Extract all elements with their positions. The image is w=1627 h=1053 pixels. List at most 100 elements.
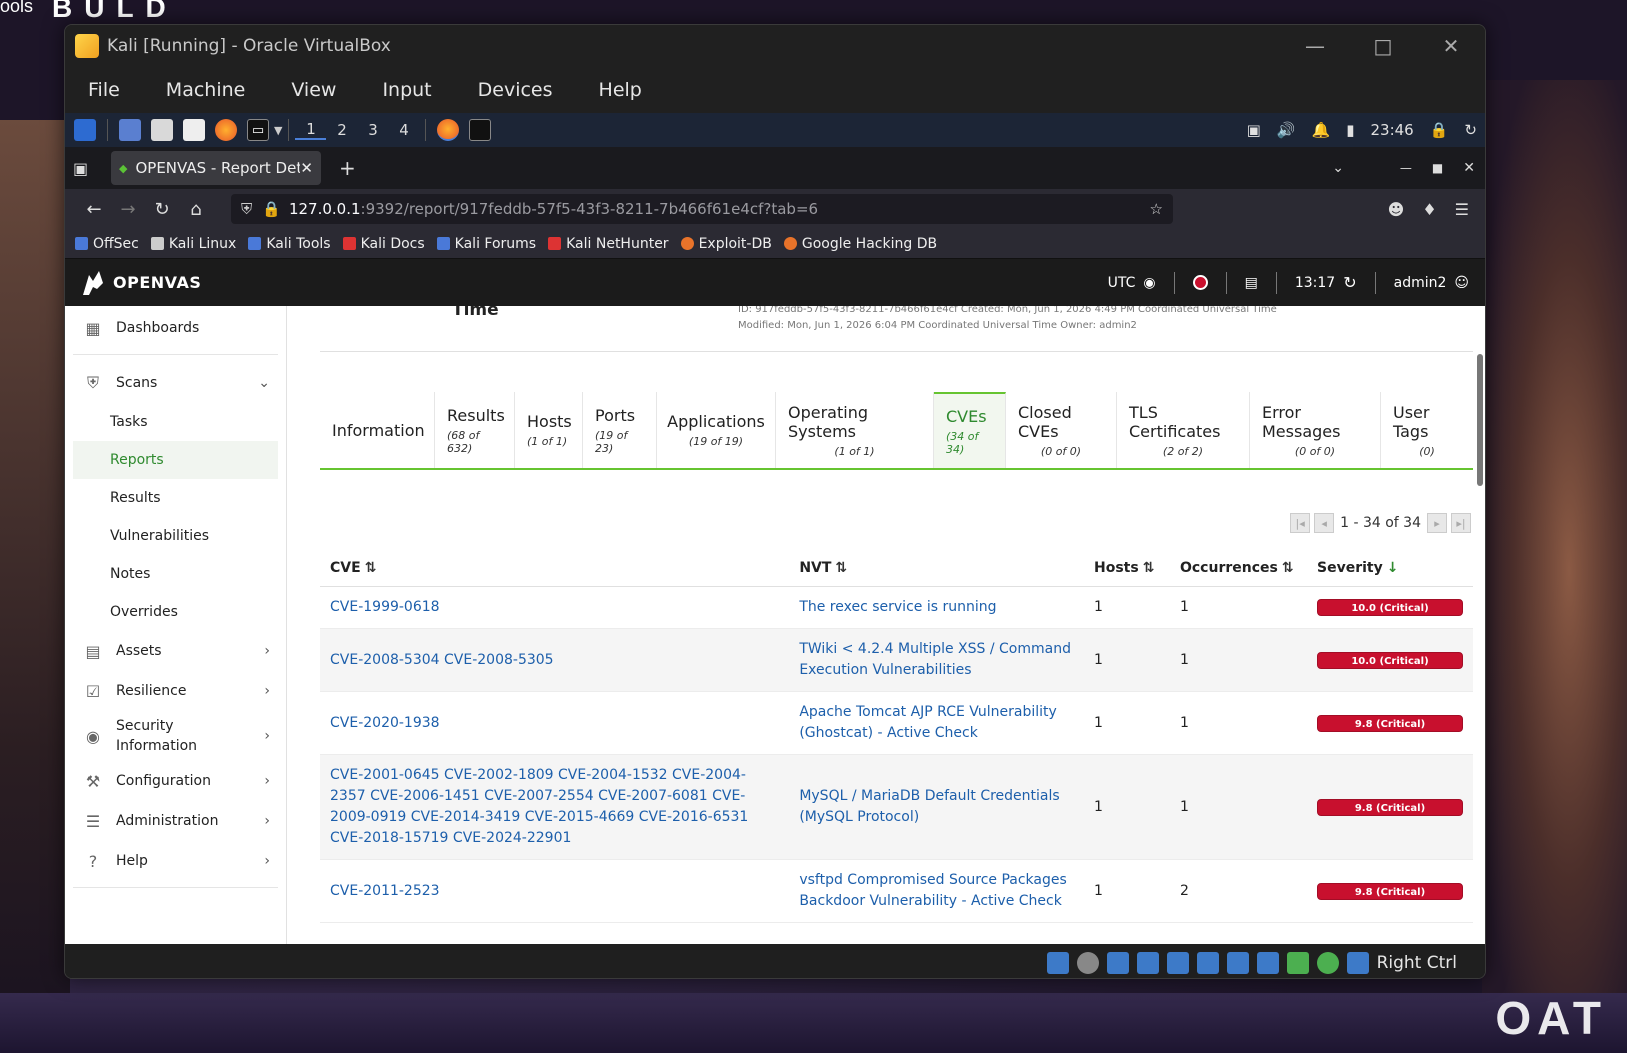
usb-icon[interactable] [1166, 952, 1189, 974]
network-icon[interactable] [1136, 952, 1159, 974]
back-icon[interactable]: ← [77, 199, 111, 220]
volume-icon[interactable]: 🔊 [1277, 121, 1296, 139]
timezone-label[interactable]: UTC [1108, 275, 1136, 291]
tab-results[interactable]: Results (68 of 632) [435, 392, 515, 468]
terminal-window-icon[interactable] [469, 119, 492, 141]
extensions-icon[interactable]: ♦ [1422, 200, 1436, 219]
nvt-link[interactable]: TWiki < 4.2.4 Multiple XSS / Command Exe… [799, 641, 1071, 678]
sidebar-item-assets[interactable]: ▤ Assets › [65, 631, 286, 671]
openvas-logo[interactable]: OPENVAS [79, 269, 201, 297]
file-manager-icon[interactable] [151, 119, 173, 141]
tab-user-tags[interactable]: User Tags (0) [1381, 392, 1473, 468]
ff-minimize-icon[interactable]: — [1400, 161, 1412, 175]
notification-icon[interactable]: 🔔 [1312, 121, 1331, 139]
sort-icon[interactable]: ⇅ [835, 560, 847, 576]
sidebar-sub-notes[interactable]: Notes [65, 555, 286, 593]
tab-information[interactable]: Information [320, 392, 435, 468]
bookmark-kali-docs[interactable]: Kali Docs [342, 236, 425, 252]
language-flag-icon[interactable] [1192, 275, 1208, 290]
column-hosts[interactable]: Hosts ⇅ [1084, 550, 1170, 587]
sidebar-sub-overrides[interactable]: Overrides [65, 593, 286, 631]
manual-icon[interactable]: ▤ [1245, 275, 1258, 291]
bookmark-kali-linux[interactable]: Kali Linux [150, 236, 236, 252]
bookmark-kali-forums[interactable]: Kali Forums [436, 236, 536, 252]
workspace-3[interactable]: 3 [357, 121, 388, 139]
nvt-link[interactable]: vsftpd Compromised Source Packages Backd… [799, 872, 1066, 909]
tab-cves[interactable]: CVEs (34 of 34) [934, 392, 1006, 468]
sort-icon[interactable]: ⇅ [365, 560, 377, 576]
power-icon[interactable]: ↻ [1464, 121, 1477, 139]
column-cve[interactable]: CVE ⇅ [320, 550, 790, 587]
bookmark-kali-tools[interactable]: Kali Tools [248, 236, 331, 252]
next-page-icon[interactable]: ▸ [1427, 513, 1447, 533]
menu-devices[interactable]: Devices [478, 79, 553, 101]
kali-menu-icon[interactable] [74, 119, 96, 141]
bookmark-exploit-db[interactable]: Exploit-DB [680, 236, 772, 252]
column-nvt[interactable]: NVT ⇅ [789, 550, 1084, 587]
last-page-icon[interactable]: ▸| [1451, 513, 1471, 533]
tab-tls-certificates[interactable]: TLS Certificates (2 of 2) [1117, 392, 1250, 468]
lock-icon[interactable]: 🔒 [1430, 121, 1449, 139]
workspace-2[interactable]: 2 [326, 121, 357, 139]
column-occurrences[interactable]: Occurrences ⇅ [1169, 550, 1307, 587]
sidebar-item-help[interactable]: ? Help › [65, 841, 286, 881]
workspace-1[interactable]: 1 [295, 120, 327, 140]
panel-clock[interactable]: 23:46 [1371, 121, 1414, 139]
shared-folders-icon[interactable] [1196, 952, 1219, 974]
menu-file[interactable]: File [88, 79, 120, 101]
keyboard-capture-icon[interactable] [1346, 952, 1369, 974]
user-name[interactable]: admin2 [1394, 275, 1447, 291]
user-icon[interactable]: ☺ [1454, 275, 1469, 291]
shield-icon[interactable]: ⛨ [241, 200, 252, 218]
tab-error-messages[interactable]: Error Messages (0 of 0) [1250, 392, 1381, 468]
workspace-4[interactable]: 4 [388, 121, 419, 139]
terminal-icon[interactable]: ▭ [247, 119, 269, 141]
menu-input[interactable]: Input [382, 79, 431, 101]
sidebar-sub-vulnerabilities[interactable]: Vulnerabilities [65, 517, 286, 555]
close-tab-icon[interactable]: ✕ [300, 159, 313, 177]
sidebar-sub-results[interactable]: Results [65, 479, 286, 517]
display-status-icon[interactable] [1226, 952, 1249, 974]
browser-tab-active[interactable]: ◆ OPENVAS - Report Detail ✕ [111, 151, 321, 185]
ff-close-icon[interactable]: ✕ [1463, 160, 1475, 176]
text-editor-icon[interactable] [183, 119, 205, 141]
cve-link[interactable]: CVE-2001-0645 CVE-2002-1809 CVE-2004-153… [330, 767, 748, 846]
tab-ports[interactable]: Ports (19 of 23) [583, 392, 657, 468]
recording-icon[interactable] [1256, 952, 1279, 974]
hard-disk-icon[interactable] [1046, 952, 1069, 974]
firefox-window-icon[interactable] [437, 119, 460, 141]
cve-link[interactable]: CVE-2020-1938 [330, 715, 440, 731]
nvt-link[interactable]: The rexec service is running [799, 599, 996, 615]
bookmark-star-icon[interactable]: ☆ [1150, 200, 1163, 218]
vertical-scrollbar[interactable] [1477, 354, 1483, 486]
first-page-icon[interactable]: |◂ [1290, 513, 1311, 533]
sidebar-item-scans[interactable]: ⛨ Scans ⌄ [65, 363, 286, 403]
site-info-icon[interactable]: 🔒 [262, 200, 281, 218]
reload-icon[interactable]: ↻ [145, 199, 179, 220]
optical-drive-icon[interactable] [1076, 952, 1099, 974]
close-icon[interactable]: ✕ [1417, 34, 1485, 58]
menu-view[interactable]: View [291, 79, 336, 101]
forward-icon[interactable]: → [111, 199, 145, 220]
tab-operating-systems[interactable]: Operating Systems (1 of 1) [776, 392, 934, 468]
battery-icon[interactable]: ▮ [1346, 121, 1354, 139]
firefox-icon[interactable] [215, 119, 237, 141]
sidebar-item-security-information[interactable]: ◉ Security Information › [65, 711, 286, 761]
display-icon[interactable]: ▣ [1247, 121, 1261, 139]
cve-link[interactable]: CVE-2008-5304 CVE-2008-5305 [330, 652, 554, 668]
sidebar-sub-tasks[interactable]: Tasks [65, 403, 286, 441]
tab-overview-icon[interactable]: ▣ [73, 159, 93, 178]
menu-machine[interactable]: Machine [166, 79, 246, 101]
nvt-link[interactable]: Apache Tomcat AJP RCE Vulnerability (Gho… [799, 704, 1057, 741]
bookmark-offsec[interactable]: OffSec [75, 236, 139, 252]
desktop-icon[interactable] [119, 119, 141, 141]
minimize-icon[interactable]: — [1281, 34, 1349, 58]
home-icon[interactable]: ⌂ [179, 199, 213, 220]
sort-icon[interactable]: ⇅ [1282, 560, 1294, 576]
bookmark-kali-nethunter[interactable]: Kali NetHunter [548, 236, 669, 252]
sort-desc-icon[interactable]: ↓ [1387, 560, 1399, 576]
sidebar-item-administration[interactable]: ☰ Administration › [65, 801, 286, 841]
previous-page-icon[interactable]: ◂ [1314, 513, 1335, 533]
sidebar-item-dashboards[interactable]: ▦ Dashboards [65, 308, 286, 348]
tab-closed-cves[interactable]: Closed CVEs (0 of 0) [1006, 392, 1117, 468]
